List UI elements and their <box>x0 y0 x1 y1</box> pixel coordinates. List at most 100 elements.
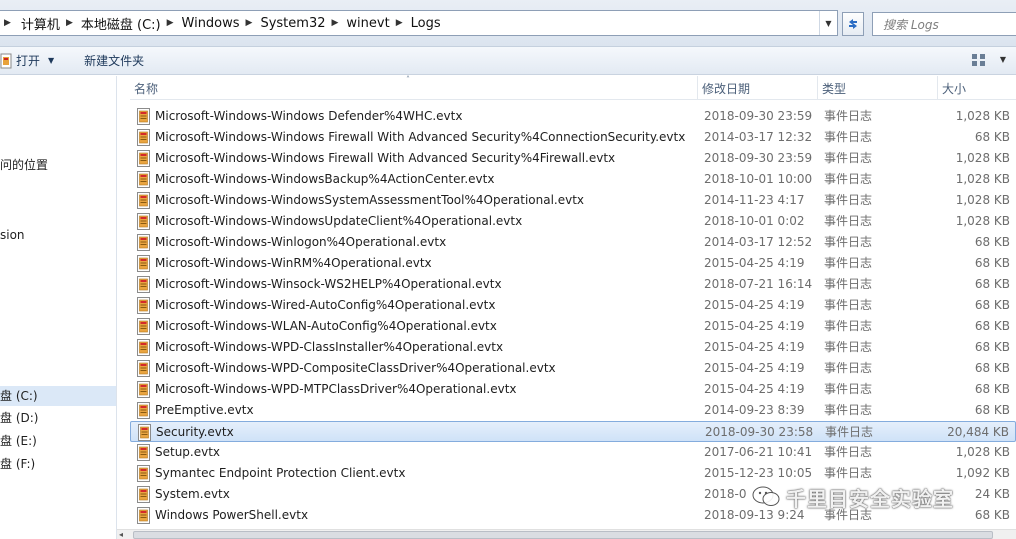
event-log-file-icon <box>136 465 151 482</box>
file-date-modified: 2018-07-21 16:14 <box>704 277 813 291</box>
file-name: Security.evtx <box>156 425 234 439</box>
breadcrumb-system32[interactable]: System32 <box>258 11 327 35</box>
nav-drive-item[interactable]: 盘 (F:) <box>0 454 116 474</box>
file-name: Setup.evtx <box>155 445 221 459</box>
event-log-file-icon <box>136 108 151 125</box>
new-folder-button[interactable]: 新建文件夹 <box>84 50 144 72</box>
nav-drive-label: 盘 (F:) <box>0 457 36 471</box>
column-type[interactable]: 类型 <box>818 76 938 100</box>
file-type: 事件日志 <box>824 130 873 144</box>
file-size: 1,028 KB <box>955 172 1010 186</box>
file-date-modified: 2018-10-01 0:02 <box>704 214 805 228</box>
nav-drive-label: 盘 (C:) <box>0 389 38 403</box>
event-log-file-icon <box>136 276 151 293</box>
address-history-dropdown-icon[interactable]: ▼ <box>819 11 837 35</box>
file-size: 1,028 KB <box>955 445 1010 459</box>
scrollbar-thumb[interactable] <box>133 531 993 539</box>
breadcrumb-chevron-icon[interactable]: ▶ <box>392 18 409 28</box>
nav-recent-places[interactable]: 问的位置 <box>0 156 48 174</box>
command-bar: 打开 ▼ 新建文件夹 ▼ <box>0 47 1016 75</box>
file-type: 事件日志 <box>824 382 873 396</box>
file-name: Microsoft-Windows-WindowsBackup%4ActionC… <box>155 172 495 186</box>
file-row[interactable]: Microsoft-Windows-WindowsUpdateClient%4O… <box>130 211 1016 232</box>
change-view-button[interactable] <box>970 50 988 70</box>
open-file-icon <box>0 53 12 68</box>
file-date-modified: 2015-04-25 4:19 <box>704 361 805 375</box>
file-row[interactable]: PreEmptive.evtx 2014-09-23 8:39 事件日志 68 KB <box>130 400 1016 421</box>
event-log-file-icon <box>136 318 151 335</box>
event-log-file-icon <box>136 444 151 461</box>
breadcrumb-chevron-icon[interactable]: ▶ <box>163 18 180 28</box>
scroll-left-icon[interactable]: ◂ <box>119 530 123 539</box>
file-row[interactable]: Microsoft-Windows-Windows Firewall With … <box>130 127 1016 148</box>
breadcrumb-chevron-icon[interactable]: ▶ <box>328 18 345 28</box>
file-type: 事件日志 <box>824 214 873 228</box>
horizontal-scrollbar[interactable]: ◂ <box>117 529 1016 539</box>
nav-drive-item[interactable]: 盘 (E:) <box>0 431 116 451</box>
column-header: ˄ 名称 修改日期 类型 大小 <box>130 75 1016 100</box>
file-row[interactable]: Security.evtx 2018-09-30 23:58 事件日志 20,484 … <box>130 421 1016 442</box>
file-row[interactable]: Microsoft-Windows-WinRM%4Operational.evt… <box>130 253 1016 274</box>
file-row[interactable]: Microsoft-Windows-Windows Defender%4WHC.… <box>130 106 1016 127</box>
breadcrumb-root-chevron-icon[interactable]: ▶ <box>0 18 19 28</box>
file-size: 68 KB <box>974 319 1010 333</box>
nav-drive-item[interactable]: 盘 (C:) <box>0 386 116 406</box>
nav-partial-item[interactable]: sion <box>0 226 25 244</box>
file-name: Microsoft-Windows-WindowsSystemAssessmen… <box>155 193 585 207</box>
file-date-modified: 2015-04-25 4:19 <box>704 319 805 333</box>
open-button[interactable]: 打开 ▼ <box>0 50 54 72</box>
refresh-button[interactable] <box>842 12 864 36</box>
address-row: ▶ 计算机 ▶ 本地磁盘 (C:) ▶ Windows ▶ System32 ▶… <box>0 0 1016 47</box>
event-log-file-icon <box>136 339 151 356</box>
file-type: 事件日志 <box>824 277 873 291</box>
search-placeholder: 搜索 Logs <box>883 17 939 32</box>
file-row[interactable]: Setup.evtx 2017-06-21 10:41 事件日志 1,028 KB <box>130 442 1016 463</box>
file-size: 24 KB <box>974 487 1010 501</box>
event-log-file-icon <box>136 129 151 146</box>
file-row[interactable]: Microsoft-Windows-WindowsSystemAssessmen… <box>130 190 1016 211</box>
column-date-modified[interactable]: 修改日期 <box>698 76 818 100</box>
file-row[interactable]: Microsoft-Windows-WPD-CompositeClassDriv… <box>130 358 1016 379</box>
file-row[interactable]: Microsoft-Windows-Winlogon%4Operational.… <box>130 232 1016 253</box>
file-size: 68 KB <box>974 361 1010 375</box>
search-input[interactable]: 搜索 Logs <box>872 12 1016 36</box>
file-row[interactable]: Microsoft-Windows-WPD-ClassInstaller%4Op… <box>130 337 1016 358</box>
file-name: Microsoft-Windows-Winsock-WS2HELP%4Opera… <box>155 277 502 291</box>
file-row[interactable]: Microsoft-Windows-Winsock-WS2HELP%4Opera… <box>130 274 1016 295</box>
file-row[interactable]: Microsoft-Windows-WindowsBackup%4ActionC… <box>130 169 1016 190</box>
open-dropdown-icon[interactable]: ▼ <box>48 56 54 65</box>
file-row[interactable]: Symantec Endpoint Protection Client.evtx… <box>130 463 1016 484</box>
file-row[interactable]: Microsoft-Windows-Wired-AutoConfig%4Oper… <box>130 295 1016 316</box>
file-date-modified: 2014-11-23 4:17 <box>704 193 805 207</box>
breadcrumb-windows[interactable]: Windows <box>180 11 242 35</box>
view-dropdown-icon[interactable]: ▼ <box>1000 55 1006 64</box>
event-log-file-icon <box>136 255 151 272</box>
breadcrumb-chevron-icon[interactable]: ▶ <box>62 18 79 28</box>
file-row[interactable]: Microsoft-Windows-WPD-MTPClassDriver%4Op… <box>130 379 1016 400</box>
nav-drive-item[interactable]: 盘 (D:) <box>0 408 116 428</box>
file-date-modified: 2015-12-23 10:05 <box>704 466 813 480</box>
file-size: 68 KB <box>974 130 1010 144</box>
file-type: 事件日志 <box>824 466 873 480</box>
file-name: Microsoft-Windows-WPD-MTPClassDriver%4Op… <box>155 382 517 396</box>
event-log-file-icon <box>136 507 151 524</box>
file-row[interactable]: Microsoft-Windows-Windows Firewall With … <box>130 148 1016 169</box>
breadcrumb-logs[interactable]: Logs <box>409 11 443 35</box>
column-name[interactable]: 名称 <box>130 76 698 100</box>
column-size[interactable]: 大小 <box>938 76 1016 100</box>
file-date-modified: 2018-09-30 23:59 <box>704 151 813 165</box>
file-date-modified: 2018-10-01 10:00 <box>704 172 813 186</box>
address-bar[interactable]: ▶ 计算机 ▶ 本地磁盘 (C:) ▶ Windows ▶ System32 ▶… <box>0 10 838 36</box>
file-date-modified: 2018-0 <box>704 487 747 501</box>
breadcrumb-local-disk-c[interactable]: 本地磁盘 (C:) <box>79 11 163 35</box>
event-log-file-icon <box>136 402 151 419</box>
open-button-label: 打开 <box>16 54 41 68</box>
file-date-modified: 2015-04-25 4:19 <box>704 256 805 270</box>
file-type: 事件日志 <box>825 425 874 439</box>
breadcrumb-computer[interactable]: 计算机 <box>19 11 62 35</box>
file-row[interactable]: Microsoft-Windows-WLAN-AutoConfig%4Opera… <box>130 316 1016 337</box>
breadcrumb-chevron-icon[interactable]: ▶ <box>242 18 259 28</box>
new-folder-label: 新建文件夹 <box>84 54 145 68</box>
file-date-modified: 2014-03-17 12:52 <box>704 235 813 249</box>
breadcrumb-winevt[interactable]: winevt <box>344 11 391 35</box>
